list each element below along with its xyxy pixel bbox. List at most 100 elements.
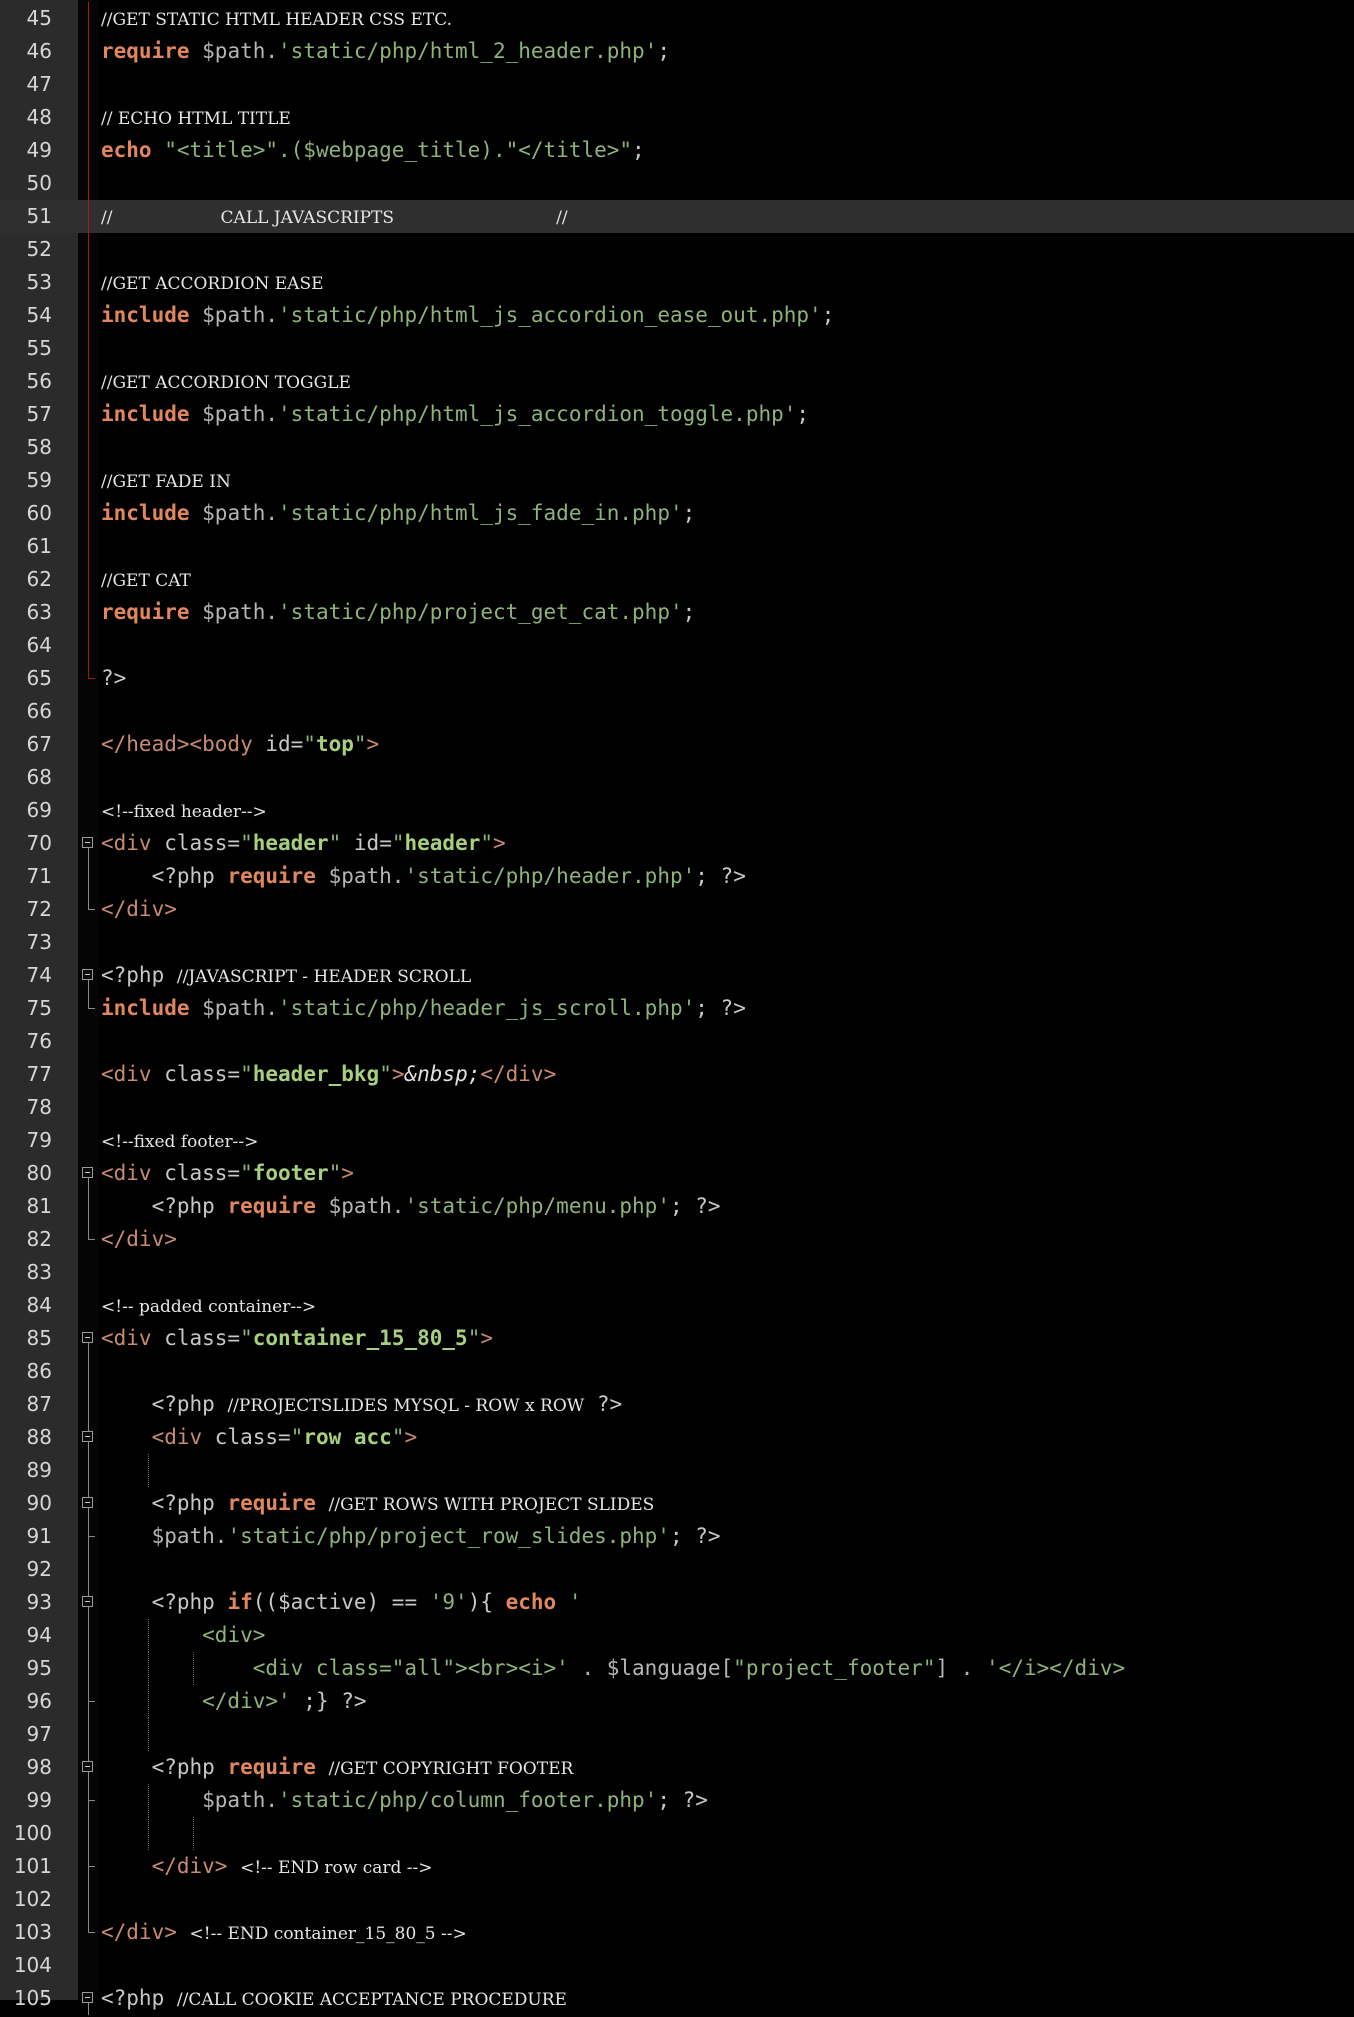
code-text[interactable]: <?php require //GET COPYRIGHT FOOTER — [101, 1751, 574, 1786]
code-line[interactable]: 58 — [0, 431, 1354, 464]
code-text[interactable]: <div class="header_bkg">&nbsp;</div> — [101, 1058, 556, 1091]
code-text[interactable]: </div> <!-- END row card --> — [101, 1850, 433, 1885]
code-line[interactable]: 93 <?php if(($active) == '9'){ echo ' — [0, 1586, 1354, 1619]
code-line[interactable]: 47 — [0, 68, 1354, 101]
code-line[interactable]: 101 </div> <!-- END row card --> — [0, 1850, 1354, 1883]
code-line[interactable]: 49 echo "<title>".($webpage_title)."</tit… — [0, 134, 1354, 167]
code-line[interactable]: 96 </div>' ;} ?> — [0, 1685, 1354, 1718]
code-text[interactable]: <?php //JAVASCRIPT - HEADER SCROLL — [101, 959, 471, 994]
code-text[interactable]: <div class="all"><br><i>' . $language["p… — [101, 1652, 1125, 1685]
code-text[interactable]: ?> — [101, 662, 126, 695]
code-line[interactable]: 51 // CALL JAVASCRIPTS // — [0, 200, 1354, 233]
code-line[interactable]: 87 <?php //PROJECTSLIDES MYSQL - ROW x R… — [0, 1388, 1354, 1421]
fold-toggle-icon[interactable] — [78, 1982, 98, 2015]
code-text[interactable]: $path.'static/php/column_footer.php'; ?> — [101, 1784, 708, 1817]
code-line[interactable]: 85 <div class="container_15_80_5"> — [0, 1322, 1354, 1355]
code-text[interactable]: <?php require $path.'static/php/header.p… — [101, 860, 746, 893]
collapse-icon[interactable] — [82, 1596, 93, 1607]
code-line[interactable]: 82 </div> — [0, 1223, 1354, 1256]
code-text[interactable]: </div> <!-- END container_15_80_5 --> — [101, 1916, 467, 1951]
code-line[interactable]: 95 <div class="all"><br><i>' . $language… — [0, 1652, 1354, 1685]
code-line[interactable]: 45 //GET STATIC HTML HEADER CSS ETC. — [0, 2, 1354, 35]
code-line[interactable]: 57 include $path.'static/php/html_js_acco… — [0, 398, 1354, 431]
code-line[interactable]: 80 <div class="footer"> — [0, 1157, 1354, 1190]
code-line[interactable]: 102 — [0, 1883, 1354, 1916]
code-line[interactable]: 77 <div class="header_bkg">&nbsp;</div> — [0, 1058, 1354, 1091]
code-line[interactable]: 79 <!--fixed footer--> — [0, 1124, 1354, 1157]
collapse-icon[interactable] — [82, 1332, 93, 1343]
code-line[interactable]: 89 — [0, 1454, 1354, 1487]
code-line[interactable]: 75 include $path.'static/php/header_js_sc… — [0, 992, 1354, 1025]
fold-toggle-icon[interactable] — [78, 1751, 98, 1784]
code-text[interactable]: <div class="footer"> — [101, 1157, 354, 1190]
code-line[interactable]: 54 include $path.'static/php/html_js_acco… — [0, 299, 1354, 332]
code-line[interactable]: 84 <!-- padded container--> — [0, 1289, 1354, 1322]
code-text[interactable]: <div class="row acc"> — [101, 1421, 418, 1454]
fold-toggle-icon[interactable] — [78, 1586, 98, 1619]
code-text[interactable]: include $path.'static/php/header_js_scro… — [101, 992, 746, 1025]
code-lines[interactable]: 45 //GET STATIC HTML HEADER CSS ETC. 46 req… — [0, 2, 1354, 2015]
code-line[interactable]: 72 </div> — [0, 893, 1354, 926]
code-text[interactable]: echo "<title>".($webpage_title)."</title… — [101, 134, 645, 167]
collapse-icon[interactable] — [82, 1167, 93, 1178]
code-line[interactable]: 90 <?php require //GET ROWS WITH PROJECT… — [0, 1487, 1354, 1520]
code-line[interactable]: 64 — [0, 629, 1354, 662]
code-line[interactable]: 53 //GET ACCORDION EASE — [0, 266, 1354, 299]
code-text[interactable]: //GET STATIC HTML HEADER CSS ETC. — [101, 2, 452, 37]
fold-toggle-icon[interactable] — [78, 1487, 98, 1520]
code-line[interactable]: 104 — [0, 1949, 1354, 1982]
collapse-icon[interactable] — [82, 1992, 93, 2003]
code-text[interactable]: </div> — [101, 893, 177, 926]
code-line[interactable]: 78 — [0, 1091, 1354, 1124]
code-line[interactable]: 91 $path.'static/php/project_row_slides.… — [0, 1520, 1354, 1553]
fold-toggle-icon[interactable] — [78, 1322, 98, 1355]
code-line[interactable]: 76 — [0, 1025, 1354, 1058]
code-text[interactable]: <!--fixed header--> — [101, 794, 267, 829]
code-text[interactable]: require $path.'static/php/project_get_ca… — [101, 596, 695, 629]
collapse-icon[interactable] — [82, 1431, 93, 1442]
code-line[interactable]: 88 <div class="row acc"> — [0, 1421, 1354, 1454]
code-text[interactable]: <div class="header" id="header"> — [101, 827, 506, 860]
code-text[interactable]: $path.'static/php/project_row_slides.php… — [101, 1520, 721, 1553]
code-line[interactable]: 94 <div> — [0, 1619, 1354, 1652]
code-line[interactable]: 52 — [0, 233, 1354, 266]
code-line[interactable]: 70 <div class="header" id="header"> — [0, 827, 1354, 860]
code-line[interactable]: 65 ?> — [0, 662, 1354, 695]
fold-toggle-icon[interactable] — [78, 1421, 98, 1454]
code-line[interactable]: 56 //GET ACCORDION TOGGLE — [0, 365, 1354, 398]
code-line[interactable]: 100 — [0, 1817, 1354, 1850]
code-line[interactable]: 103 </div> <!-- END container_15_80_5 --> — [0, 1916, 1354, 1949]
code-line[interactable]: 55 — [0, 332, 1354, 365]
code-text[interactable]: <?php require $path.'static/php/menu.php… — [101, 1190, 721, 1223]
code-line[interactable]: 66 — [0, 695, 1354, 728]
code-line[interactable]: 69 <!--fixed header--> — [0, 794, 1354, 827]
code-text[interactable]: //GET ACCORDION EASE — [101, 266, 324, 301]
collapse-icon[interactable] — [82, 969, 93, 980]
code-line[interactable]: 86 — [0, 1355, 1354, 1388]
code-line[interactable]: 74 <?php //JAVASCRIPT - HEADER SCROLL — [0, 959, 1354, 992]
collapse-icon[interactable] — [82, 1497, 93, 1508]
code-text[interactable]: include $path.'static/php/html_js_accord… — [101, 398, 809, 431]
code-line[interactable]: 68 — [0, 761, 1354, 794]
code-text[interactable]: <!--fixed footer--> — [101, 1124, 258, 1159]
code-text[interactable]: //GET CAT — [101, 563, 191, 598]
fold-toggle-icon[interactable] — [78, 827, 98, 860]
code-text[interactable]: <div> — [101, 1619, 265, 1652]
code-text[interactable]: </head><body id="top"> — [101, 728, 379, 761]
code-text[interactable]: <?php if(($active) == '9'){ echo ' — [101, 1586, 582, 1619]
code-line[interactable]: 63 require $path.'static/php/project_get_… — [0, 596, 1354, 629]
code-line[interactable]: 62 //GET CAT — [0, 563, 1354, 596]
code-line[interactable]: 71 <?php require $path.'static/php/heade… — [0, 860, 1354, 893]
code-line[interactable]: 61 — [0, 530, 1354, 563]
fold-toggle-icon[interactable] — [78, 959, 98, 992]
code-text[interactable]: <?php require //GET ROWS WITH PROJECT SL… — [101, 1487, 655, 1522]
code-text[interactable]: </div> — [101, 1223, 177, 1256]
code-line[interactable]: 99 $path.'static/php/column_footer.php';… — [0, 1784, 1354, 1817]
code-line[interactable]: 73 — [0, 926, 1354, 959]
code-text[interactable]: include $path.'static/php/html_js_accord… — [101, 299, 834, 332]
code-text[interactable]: <!-- padded container--> — [101, 1289, 316, 1324]
code-text[interactable]: // ECHO HTML TITLE — [101, 101, 291, 136]
code-line[interactable]: 97 — [0, 1718, 1354, 1751]
code-line[interactable]: 48 // ECHO HTML TITLE — [0, 101, 1354, 134]
code-line[interactable]: 83 — [0, 1256, 1354, 1289]
